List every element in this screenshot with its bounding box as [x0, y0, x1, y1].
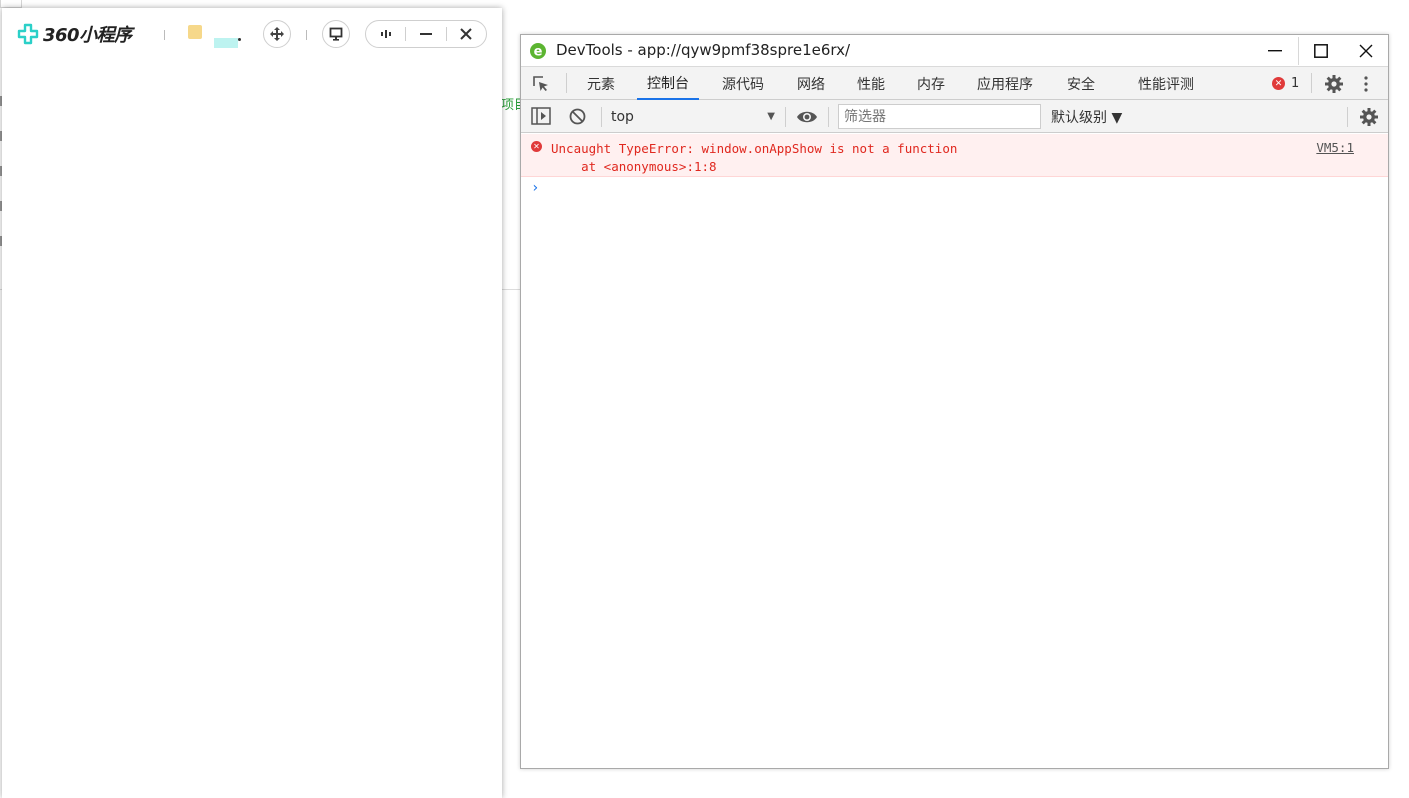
svg-text:e: e	[534, 45, 543, 60]
console-prompt[interactable]: ›	[531, 180, 539, 196]
browser-app-icon: e	[530, 43, 546, 60]
tabbar-divider-2	[1311, 73, 1312, 93]
screen-button[interactable]	[322, 20, 350, 48]
error-source-link[interactable]: VM5:1	[1316, 140, 1354, 155]
dropdown-arrow-icon: ▼	[767, 111, 775, 122]
move-icon	[270, 27, 284, 41]
sidebar-toggle-button[interactable]	[531, 107, 551, 129]
error-icon: ✕	[1272, 77, 1285, 90]
console-output: ✕ Uncaught TypeError: window.onAppShow i…	[521, 134, 1388, 768]
log-level-dropdown[interactable]: 默认级别 ▼	[1051, 107, 1122, 127]
toolbar-divider-3	[828, 107, 829, 127]
more-options-button[interactable]	[1364, 67, 1368, 100]
minimize-icon	[1268, 49, 1282, 51]
app-icon	[188, 25, 202, 39]
sidebar-play-icon	[531, 107, 551, 125]
close-button[interactable]	[447, 21, 486, 47]
error-icon: ✕	[531, 141, 542, 152]
devtools-title: DevTools - app://qyw9pmf38spre1e6rx/	[556, 41, 851, 59]
console-error-row: ✕ Uncaught TypeError: window.onAppShow i…	[521, 134, 1388, 177]
titlebar-divider	[164, 30, 165, 40]
eye-icon	[797, 111, 817, 123]
window-minimize-button[interactable]	[1252, 35, 1298, 66]
tab-elements[interactable]: 元素	[587, 67, 615, 100]
error-line-2: at <anonymous>:1:8	[551, 159, 717, 174]
monitor-icon	[329, 27, 343, 41]
error-line-1: Uncaught TypeError: window.onAppShow is …	[551, 141, 958, 156]
filter-input[interactable]	[838, 104, 1041, 129]
toolbar-divider-2	[785, 107, 786, 127]
app-name-dot	[238, 38, 241, 41]
tab-application[interactable]: 应用程序	[977, 67, 1033, 100]
more-button[interactable]	[366, 21, 405, 47]
inspect-element-button[interactable]	[532, 67, 550, 100]
tab-audits[interactable]: 性能评测	[1138, 67, 1194, 100]
context-value: top	[611, 108, 634, 125]
miniprogram-titlebar: 360小程序	[2, 8, 502, 58]
miniprogram-window: 360小程序	[2, 8, 502, 798]
error-message: Uncaught TypeError: window.onAppShow is …	[551, 140, 957, 176]
tab-memory[interactable]: 内存	[917, 67, 945, 100]
kebab-menu-icon	[1364, 75, 1368, 92]
miniprogram-logo: 360小程序	[16, 21, 132, 47]
console-toolbar: top ▼ 默认级别 ▼	[521, 100, 1388, 133]
gear-icon	[1325, 74, 1343, 93]
window-maximize-button[interactable]	[1298, 35, 1344, 66]
app-name-blurred	[214, 38, 238, 48]
devtools-tabbar: 元素 控制台 源代码 网络 性能 内存 应用程序 安全 性能评测 ✕ 1	[521, 66, 1388, 100]
close-icon	[460, 28, 473, 40]
live-expression-button[interactable]	[796, 109, 818, 128]
settings-button[interactable]	[1324, 67, 1344, 100]
titlebar-divider-2	[306, 30, 307, 40]
share-button[interactable]	[263, 20, 291, 48]
window-close-button[interactable]	[1343, 35, 1389, 66]
tab-console[interactable]: 控制台	[637, 67, 699, 100]
tab-sources[interactable]: 源代码	[722, 67, 764, 100]
toolbar-divider-4	[1347, 107, 1348, 127]
block-icon	[569, 108, 586, 125]
error-count: 1	[1291, 76, 1300, 91]
more-icon	[380, 30, 391, 38]
context-selector[interactable]: top ▼	[611, 106, 775, 127]
inspect-cursor-icon	[533, 75, 548, 91]
devtools-titlebar: e DevTools - app://qyw9pmf38spre1e6rx/	[521, 35, 1388, 66]
capsule-menu	[365, 20, 487, 48]
minimize-button[interactable]	[406, 21, 445, 47]
minimize-icon	[419, 33, 432, 35]
tab-performance[interactable]: 性能	[857, 67, 885, 100]
tab-security[interactable]: 安全	[1067, 67, 1095, 100]
tab-network[interactable]: 网络	[797, 67, 825, 100]
background-window-edge	[0, 0, 22, 8]
devtools-window: e DevTools - app://qyw9pmf38spre1e6rx/ 元…	[520, 34, 1389, 769]
clear-console-button[interactable]	[569, 108, 586, 129]
error-count-badge[interactable]: ✕ 1	[1272, 76, 1299, 91]
brand-name: 360小程序	[43, 25, 132, 46]
brand-logo-icon	[17, 23, 39, 45]
maximize-icon	[1314, 43, 1328, 58]
console-settings-button[interactable]	[1359, 107, 1379, 131]
tabbar-divider	[566, 73, 567, 93]
gear-icon	[1360, 108, 1378, 126]
close-icon	[1359, 44, 1373, 57]
toolbar-divider	[601, 107, 602, 127]
